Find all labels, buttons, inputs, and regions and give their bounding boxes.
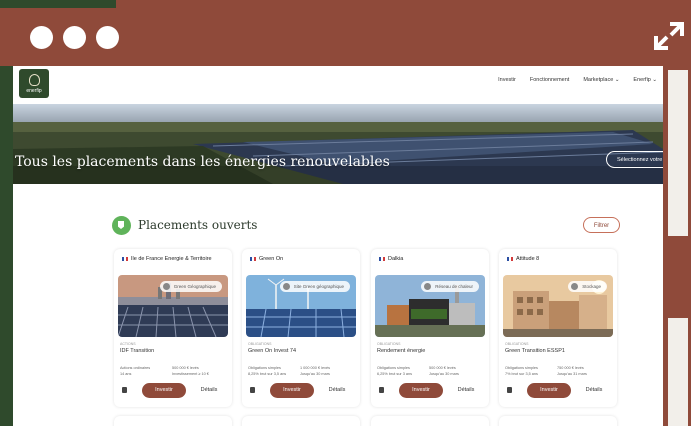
enerfip-logo[interactable]: enerfip (19, 69, 49, 98)
investment-card-next[interactable] (242, 416, 360, 426)
hero-banner: Tous les placements dans les énergies re… (13, 104, 663, 184)
card-category: ACTIONS (120, 342, 136, 346)
card-image: Green Géographique (118, 275, 228, 337)
investment-card[interactable]: Dalkia Réseau de chaleur OBLIGATIONS Ren… (371, 249, 489, 407)
card-image: Stockage (503, 275, 613, 337)
details-button[interactable]: Détails (451, 383, 481, 398)
hero-title: Tous les placements dans les énergies re… (15, 154, 390, 170)
card-meta-deadline: Jusqu'au 30 mars (429, 372, 459, 376)
french-flag-icon (507, 257, 513, 261)
card-header: Attitude 8 (507, 256, 539, 262)
card-owner: Ile de France Energie & Territoire (131, 256, 212, 262)
card-name: Rendement énergie (377, 348, 426, 354)
card-meta-rate: 8,25% brut sur 3,5 ans (248, 372, 287, 376)
card-meta-rate: 7% brut sur 3,5 ans (505, 372, 538, 376)
window-control-dot-3[interactable] (96, 26, 119, 49)
card-badge: Stockage (568, 281, 607, 292)
invest-button[interactable]: Investir (270, 383, 314, 398)
investment-card[interactable]: Green On Site Green géographique OBLIGAT… (242, 249, 360, 407)
card-header: Ile de France Energie & Territoire (122, 256, 212, 262)
card-owner: Attitude 8 (516, 256, 540, 262)
nav-links: Investir Fonctionnement Marketplace ⌄ En… (498, 77, 657, 83)
window-control-dot-1[interactable] (30, 26, 53, 49)
nav-link-investir[interactable]: Investir (498, 77, 516, 83)
details-button[interactable]: Détails (579, 383, 609, 398)
investment-card-next[interactable] (114, 416, 232, 426)
card-meta-rate: 6,25% brut sur 3 ans (377, 372, 413, 376)
side-panel-top (668, 70, 688, 236)
expand-icon[interactable] (652, 20, 686, 52)
card-badge: Green Géographique (159, 281, 222, 292)
card-meta-rate: 14 ans (120, 372, 132, 376)
card-category: OBLIGATIONS (377, 342, 401, 346)
nav-link-marketplace[interactable]: Marketplace ⌄ (583, 77, 619, 83)
card-image: Site Green géographique (246, 275, 356, 337)
site-navbar: enerfip Investir Fonctionnement Marketpl… (13, 66, 663, 98)
lock-icon (379, 387, 384, 393)
flag-icon (112, 216, 131, 235)
french-flag-icon (379, 257, 385, 261)
card-meta-deadline: Jusqu'au 31 mars (557, 372, 587, 376)
card-owner: Green On (259, 256, 284, 262)
investment-card-next[interactable] (499, 416, 617, 426)
card-owner: Dalkia (388, 256, 404, 262)
card-badge: Réseau de chaleur (421, 281, 479, 292)
card-image: Réseau de chaleur (375, 275, 485, 337)
card-badge: Site Green géographique (279, 281, 350, 292)
card-header: Dalkia (379, 256, 403, 262)
investment-card[interactable]: Ile de France Energie & Territoire Green… (114, 249, 232, 407)
hero-select-button[interactable]: Sélectionnez votre (606, 151, 663, 168)
card-category: OBLIGATIONS (248, 342, 272, 346)
filter-button[interactable]: Filtrer (583, 217, 620, 233)
investment-card[interactable]: Attitude 8 Stockage OBLIGATIONS Green Tr… (499, 249, 617, 407)
lock-icon (507, 387, 512, 393)
side-panel-bottom (668, 318, 688, 426)
card-meta-deadline: Jusqu'au 30 mars (300, 372, 330, 376)
lock-icon (122, 387, 127, 393)
details-button[interactable]: Détails (322, 383, 352, 398)
card-meta-deadline: Investissement ≥ 10 € (172, 372, 209, 376)
invest-button[interactable]: Investir (399, 383, 443, 398)
card-header: Green On (250, 256, 283, 262)
logo-text: enerfip (26, 88, 42, 94)
hero-image (13, 104, 663, 184)
investment-card-next[interactable] (371, 416, 489, 426)
french-flag-icon (122, 257, 128, 261)
invest-button[interactable]: Investir (142, 383, 186, 398)
details-button[interactable]: Détails (194, 383, 224, 398)
website-viewport: enerfip Investir Fonctionnement Marketpl… (13, 66, 663, 426)
section-title: Placements ouverts (138, 218, 258, 232)
leaf-icon (28, 74, 40, 86)
lock-icon (250, 387, 255, 393)
invest-button[interactable]: Investir (527, 383, 571, 398)
nav-link-enerfip[interactable]: Enerfip ⌄ (633, 77, 657, 83)
window-control-dot-2[interactable] (63, 26, 86, 49)
card-category: OBLIGATIONS (505, 342, 529, 346)
card-name: IDF Transition (120, 348, 155, 354)
card-name: Green Transition ESSP1 (505, 348, 565, 354)
french-flag-icon (250, 257, 256, 261)
card-name: Green On Invest 74 (248, 348, 296, 354)
titlebar-corner (0, 0, 116, 8)
nav-link-fonctionnement[interactable]: Fonctionnement (530, 77, 569, 83)
